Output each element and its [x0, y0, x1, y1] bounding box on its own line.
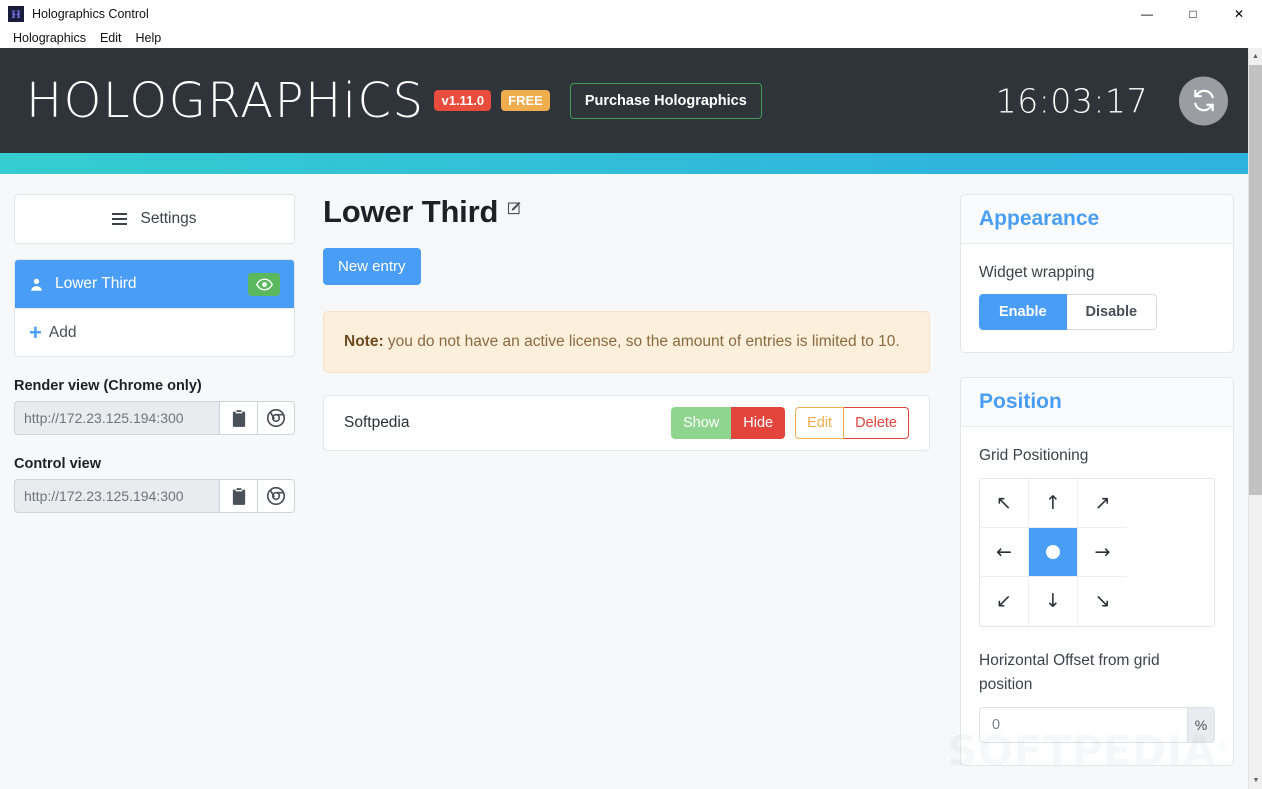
horizontal-offset-label: Horizontal Offset from grid position [979, 651, 1160, 693]
chrome-icon [267, 487, 285, 505]
app-viewport: HOLOGRAPHiCS v1.11.0 FREE Purchase Holog… [0, 48, 1248, 789]
grid-cell-top-left[interactable]: ↖ [980, 478, 1029, 528]
window-titlebar: H Holographics Control — □ ✕ [0, 0, 1262, 28]
edit-pencil-icon [508, 201, 521, 215]
render-view-label: Render view (Chrome only) [14, 378, 202, 394]
license-badge: FREE [501, 90, 550, 111]
settings-label: Settings [140, 210, 197, 227]
control-view-open-button[interactable] [257, 479, 295, 513]
app-logo: HOLOGRAPHiCS [26, 72, 425, 129]
menu-holographics[interactable]: Holographics [6, 28, 93, 48]
hamburger-icon [112, 213, 128, 225]
minimize-button[interactable]: — [1124, 0, 1170, 28]
widget-wrapping-toggle: Enable Disable [979, 294, 1215, 331]
position-panel-body: Grid Positioning ↖ ↑ ↗ ← → ↙ ↓ ↘ Horizon… [961, 427, 1233, 764]
horizontal-offset-input[interactable]: 0 [979, 706, 1187, 743]
offset-unit-suffix: % [1187, 706, 1215, 743]
chrome-icon [267, 409, 285, 427]
plus-icon: + [29, 319, 42, 345]
new-entry-button[interactable]: New entry [323, 248, 421, 285]
menu-help[interactable]: Help [129, 28, 169, 48]
page-title: Lower Third [323, 194, 499, 229]
hide-button[interactable]: Hide [731, 406, 786, 440]
appearance-title: Appearance [979, 207, 1100, 230]
grid-cell-top-center[interactable]: ↑ [1029, 478, 1078, 528]
position-panel: Position Grid Positioning ↖ ↑ ↗ ← → ↙ ↓ … [960, 377, 1234, 766]
appearance-panel: Appearance Widget wrapping Enable Disabl… [960, 194, 1234, 354]
grid-cell-middle-left[interactable]: ← [980, 527, 1029, 577]
clipboard-icon [232, 487, 245, 505]
edit-title-button[interactable] [507, 200, 522, 220]
center-dot-icon [1046, 544, 1060, 559]
control-view-url-input[interactable]: http://172.23.125.194:300 [14, 479, 219, 513]
accent-bar [0, 153, 1248, 174]
position-panel-header: Position [961, 378, 1233, 428]
clock-display: 16:03:17 [995, 81, 1148, 120]
widget-wrapping-label: Widget wrapping [979, 264, 1095, 281]
render-view-open-button[interactable] [257, 401, 295, 435]
render-view-url-input[interactable]: http://172.23.125.194:300 [14, 401, 219, 435]
widget-name: Lower Third [55, 275, 137, 292]
scrollbar-thumb[interactable] [1249, 65, 1262, 495]
horizontal-offset-row: 0 % [979, 706, 1215, 743]
grid-cell-bottom-right[interactable]: ↘ [1078, 577, 1127, 626]
scroll-up-arrow[interactable]: ▲ [1249, 48, 1262, 65]
position-title: Position [979, 390, 1062, 414]
properties-panel: Appearance Widget wrapping Enable Disabl… [960, 194, 1234, 789]
entry-action-group: Edit Delete [795, 406, 909, 440]
grid-cell-top-right[interactable]: ↗ [1078, 479, 1127, 528]
page-title-row: Lower Third [323, 194, 930, 230]
app-header: HOLOGRAPHiCS v1.11.0 FREE Purchase Holog… [0, 48, 1248, 153]
control-view-row: http://172.23.125.194:300 [14, 479, 295, 513]
visibility-button-group: Show Hide [670, 406, 786, 440]
entry-name: Softpedia [344, 414, 410, 432]
main-panel: Lower Third New entry Note: you do not h… [295, 194, 960, 789]
entry-row: Softpedia Show Hide Edit Delete [323, 395, 930, 452]
show-button[interactable]: Show [670, 406, 732, 440]
purchase-button[interactable]: Purchase Holographics [569, 82, 762, 119]
grid-cell-middle-right[interactable]: → [1078, 528, 1127, 577]
add-label: Add [48, 323, 77, 341]
eye-icon [255, 278, 273, 290]
vertical-scrollbar[interactable]: ▲ ▼ [1248, 48, 1262, 789]
sidebar-item-lower-third[interactable]: Lower Third [15, 260, 294, 308]
wrapping-disable-button[interactable]: Disable [1066, 294, 1158, 331]
version-badge: v1.11.0 [434, 90, 492, 111]
grid-positioning-control: ↖ ↑ ↗ ← → ↙ ↓ ↘ [979, 477, 1215, 627]
note-prefix: Note: [344, 333, 384, 350]
widget-list: Lower Third + Add [14, 259, 295, 357]
grid-cell-center[interactable] [1029, 527, 1078, 577]
render-view-row: http://172.23.125.194:300 [14, 401, 295, 435]
note-text: you do not have an active license, so th… [383, 333, 900, 350]
wrapping-enable-button[interactable]: Enable [979, 294, 1067, 331]
sidebar: Settings Lower Third + Add Render view (… [14, 194, 295, 789]
appearance-panel-body: Widget wrapping Enable Disable [961, 244, 1233, 352]
maximize-button[interactable]: □ [1170, 0, 1216, 28]
user-icon [29, 277, 44, 292]
close-button[interactable]: ✕ [1216, 0, 1262, 28]
grid-cell-bottom-center[interactable]: ↓ [1029, 576, 1078, 626]
clipboard-icon [232, 409, 245, 427]
control-view-label: Control view [14, 456, 102, 472]
render-view-copy-button[interactable] [219, 401, 257, 435]
add-widget-button[interactable]: + Add [15, 308, 294, 356]
control-view-copy-button[interactable] [219, 479, 257, 513]
window-title: Holographics Control [32, 7, 149, 21]
settings-button[interactable]: Settings [14, 194, 295, 244]
visibility-toggle-button[interactable] [248, 272, 280, 296]
grid-cell-bottom-left[interactable]: ↙ [980, 576, 1029, 626]
edit-entry-button[interactable]: Edit [795, 406, 845, 440]
grid-positioning-label: Grid Positioning [979, 447, 1089, 465]
refresh-button[interactable] [1179, 76, 1228, 125]
appearance-panel-header: Appearance [961, 195, 1233, 244]
content-area: Settings Lower Third + Add Render view (… [0, 174, 1248, 789]
scroll-down-arrow[interactable]: ▼ [1249, 772, 1262, 789]
license-note: Note: you do not have an active license,… [323, 311, 930, 374]
refresh-icon [1193, 89, 1214, 112]
delete-entry-button[interactable]: Delete [844, 406, 909, 440]
window-controls: — □ ✕ [1124, 0, 1262, 28]
menu-edit[interactable]: Edit [93, 28, 129, 48]
app-icon: H [8, 6, 24, 22]
menubar: Holographics Edit Help [0, 28, 1262, 48]
